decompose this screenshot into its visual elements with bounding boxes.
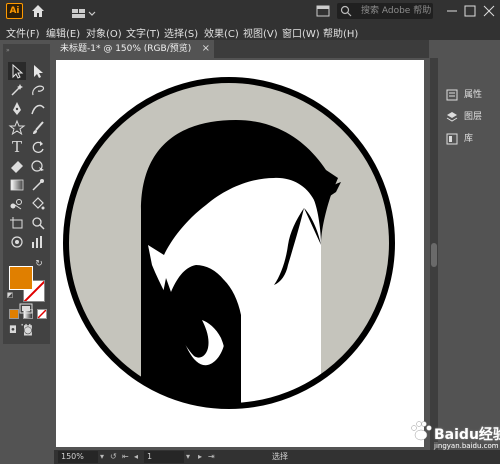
scrollbar-thumb[interactable] [431, 243, 437, 267]
default-fill-stroke-icon[interactable]: ◩ [5, 290, 15, 300]
paintbrush-tool-icon[interactable] [29, 119, 47, 137]
artboard-tool-icon[interactable] [8, 214, 26, 232]
previous-artboard-icon[interactable]: ◂ [134, 450, 138, 464]
tab-close-icon[interactable]: × [202, 40, 210, 58]
baidu-watermark: Baidu经验 jingyan.baidu.com [404, 412, 500, 452]
zoom-value: 150% [61, 452, 84, 461]
search-placeholder: 搜索 Adobe 帮助 [361, 6, 432, 16]
close-icon[interactable] [480, 2, 498, 20]
maximize-icon[interactable] [461, 2, 479, 20]
gradient-tool-icon[interactable] [8, 176, 26, 194]
star-tool-icon[interactable] [8, 119, 26, 137]
zoom-tool-icon[interactable] [29, 214, 47, 232]
tools-panel: » T ↻ ◩ ◘ ◙ [3, 44, 50, 344]
current-tool-label: 选择 [272, 452, 288, 461]
artboard[interactable] [56, 60, 424, 447]
right-panel-dock: 属性 图层 库 [440, 76, 500, 376]
layers-label: 图层 [464, 112, 483, 122]
menu-bar: 文件(F) 编辑(E) 对象(O) 文字(T) 选择(S) 效果(C) 视图(V… [0, 22, 500, 40]
search-input[interactable]: 搜索 Adobe 帮助 [337, 3, 433, 19]
libraries-icon [446, 133, 458, 145]
document-tab[interactable]: 未标题-1* @ 150% (RGB/预览) × [54, 40, 214, 58]
edit-toolbar-icon[interactable]: ··· [18, 319, 34, 332]
lasso-tool-icon[interactable] [29, 81, 47, 99]
document-tab-bar: 未标题-1* @ 150% (RGB/预览) × [54, 40, 429, 58]
blend-tool-icon[interactable] [8, 195, 26, 213]
next-artboard-icon[interactable]: ▸ [198, 450, 202, 464]
symbol-sprayer-tool-icon[interactable] [8, 233, 26, 251]
sync-icon[interactable] [314, 2, 332, 20]
change-screen-mode-icon[interactable] [18, 302, 34, 316]
panel-grip-icon[interactable]: » [6, 47, 10, 54]
zoom-dropdown-icon[interactable]: ▾ [100, 450, 104, 464]
shape-builder-tool-icon[interactable] [29, 157, 47, 175]
search-icon [340, 5, 352, 17]
direct-selection-tool-icon[interactable] [29, 62, 47, 80]
app-logo: Ai [6, 3, 23, 19]
live-paint-bucket-icon[interactable] [29, 195, 47, 213]
none-mode-icon[interactable] [37, 309, 47, 319]
last-artboard-icon[interactable]: ⇥ [208, 450, 215, 464]
properties-icon [446, 89, 458, 101]
properties-label: 属性 [464, 90, 483, 100]
libraries-label: 库 [464, 134, 474, 144]
canvas-area[interactable] [54, 58, 429, 450]
menu-edit[interactable]: 编辑(E) [46, 25, 80, 40]
minimize-icon[interactable] [443, 2, 461, 20]
pen-tool-icon[interactable] [8, 100, 26, 118]
watermark-text: Baidu经验 [434, 427, 500, 443]
rotate-tool-icon[interactable] [29, 138, 47, 156]
artboard-dropdown-icon[interactable]: ▾ [186, 450, 190, 464]
magic-wand-tool-icon[interactable] [8, 81, 26, 99]
swap-fill-stroke-icon[interactable]: ↻ [33, 258, 45, 270]
artboard-number-field[interactable]: 1 [144, 451, 184, 463]
fill-color-swatch[interactable] [9, 266, 33, 290]
horse-logo-artwork[interactable] [56, 60, 424, 447]
zoom-field[interactable]: 150% [58, 451, 98, 463]
menu-help[interactable]: 帮助(H) [323, 25, 358, 40]
home-icon[interactable] [30, 3, 46, 19]
type-tool-icon[interactable]: T [8, 138, 26, 156]
curvature-tool-icon[interactable] [29, 100, 47, 118]
baidu-paw-icon [411, 421, 432, 441]
menu-select[interactable]: 选择(S) [164, 25, 198, 40]
menu-effect[interactable]: 效果(C) [204, 25, 239, 40]
first-artboard-icon[interactable]: ⇤ [122, 450, 129, 464]
layers-icon [446, 112, 458, 122]
menu-file[interactable]: 文件(F) [6, 25, 40, 40]
menu-object[interactable]: 对象(O) [86, 25, 122, 40]
properties-panel-tab[interactable]: 属性 [444, 86, 498, 104]
document-tab-title: 未标题-1* @ 150% (RGB/预览) [60, 44, 192, 54]
watermark-subtext: jingyan.baidu.com [434, 442, 499, 450]
column-graph-tool-icon[interactable] [29, 233, 47, 251]
libraries-panel-tab[interactable]: 库 [444, 130, 498, 148]
eraser-tool-icon[interactable] [8, 157, 26, 175]
eyedropper-tool-icon[interactable] [29, 176, 47, 194]
vertical-scrollbar[interactable] [430, 58, 438, 450]
menu-window[interactable]: 窗口(W) [282, 25, 320, 40]
title-bar: Ai 搜索 Adobe 帮助 [0, 0, 500, 22]
rotate-view-icon[interactable]: ↺ [110, 450, 117, 464]
menu-type[interactable]: 文字(T) [126, 25, 160, 40]
status-bar: 150% ▾ ↺ ⇤ ◂ 1 ▾ ▸ ⇥ 选择 [54, 450, 500, 464]
layers-panel-tab[interactable]: 图层 [444, 108, 498, 126]
selection-tool-icon[interactable] [8, 62, 26, 80]
arrange-documents-icon[interactable] [72, 5, 96, 18]
menu-view[interactable]: 视图(V) [243, 25, 278, 40]
artboard-number: 1 [147, 452, 153, 461]
